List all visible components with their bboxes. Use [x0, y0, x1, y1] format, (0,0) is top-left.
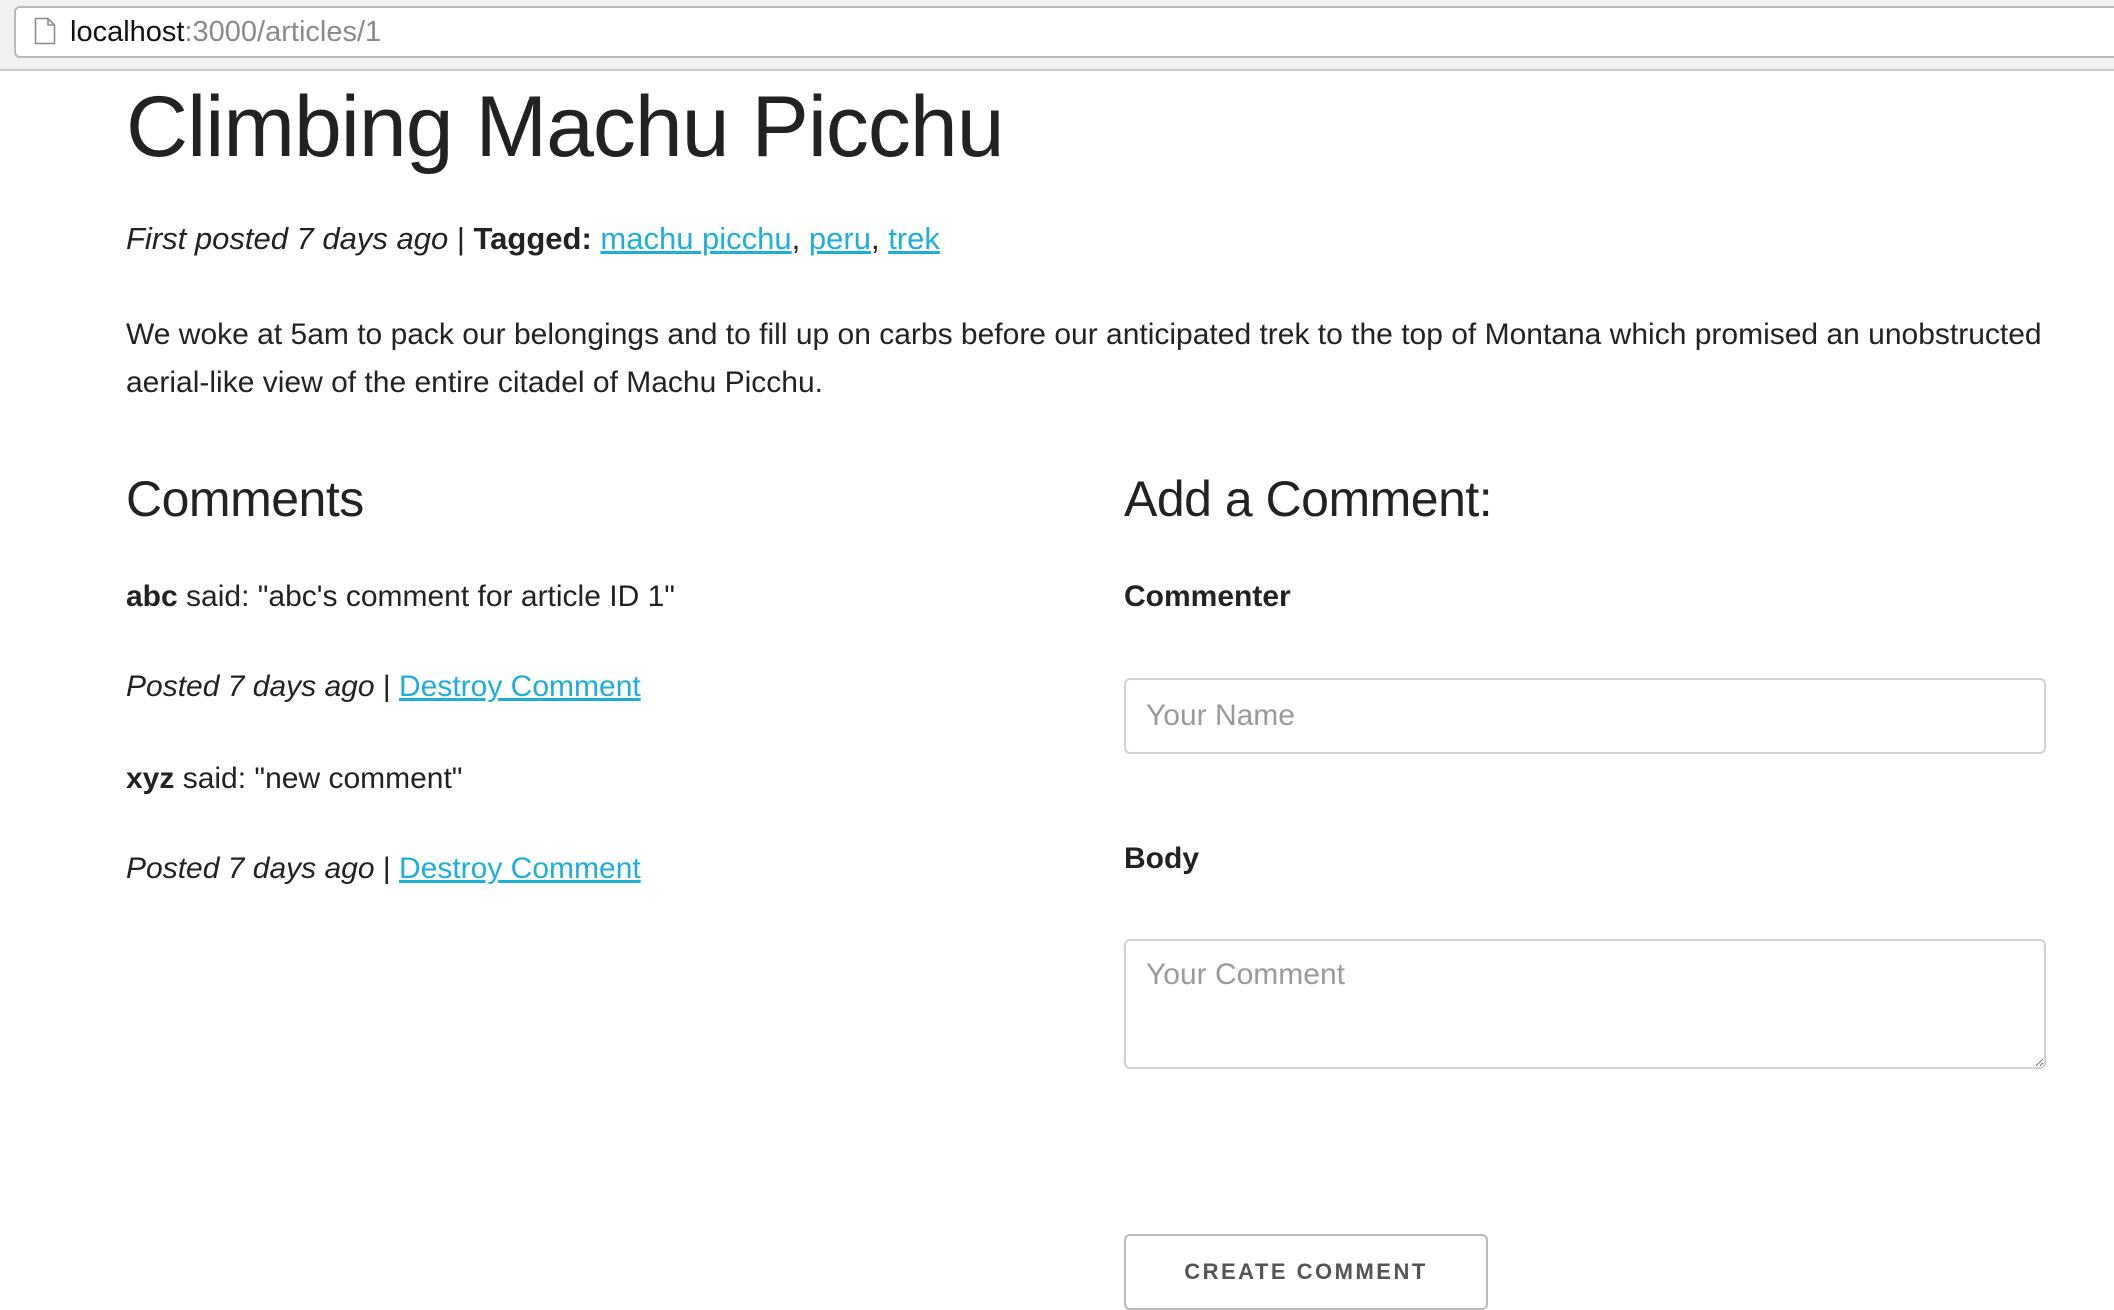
- comment-body: "abc's comment for article ID 1": [257, 580, 675, 613]
- article-meta: First posted 7 days ago | Tagged: machu …: [126, 219, 940, 259]
- destroy-comment-link[interactable]: Destroy Comment: [399, 670, 641, 703]
- address-bar[interactable]: localhost:3000/articles/1: [14, 6, 2114, 58]
- tagged-label: Tagged:: [473, 221, 592, 256]
- url-text[interactable]: localhost:3000/articles/1: [70, 16, 381, 48]
- commenter-label: Commenter: [1124, 580, 1291, 613]
- browser-toolbar: localhost:3000/articles/1: [0, 0, 2114, 71]
- body-label: Body: [1124, 842, 1199, 875]
- url-path: :3000/articles/1: [184, 16, 382, 48]
- comment-said-label: said:: [174, 762, 255, 795]
- tag-separator: ,: [791, 221, 809, 256]
- comment-meta-separator: |: [374, 852, 399, 885]
- comments-section: Comments abc said: "abc's comment for ar…: [126, 469, 1026, 885]
- comments-heading: Comments: [126, 471, 364, 527]
- commenter-input[interactable]: [1124, 678, 2046, 754]
- comment-meta: Posted 7 days ago | Destroy Comment: [126, 849, 641, 889]
- create-comment-button[interactable]: Create Comment: [1124, 1234, 1488, 1310]
- article-posted-date: First posted 7 days ago: [126, 221, 449, 256]
- comment-posted-date: Posted 7 days ago: [126, 670, 375, 703]
- meta-separator: |: [448, 221, 474, 256]
- comment-meta-separator: |: [374, 670, 399, 703]
- article-body: We woke at 5am to pack our belongings an…: [126, 318, 2042, 399]
- comment-item: abc said: "abc's comment for article ID …: [126, 577, 675, 617]
- comment-posted-date: Posted 7 days ago: [126, 852, 375, 885]
- comment-author: xyz: [126, 762, 175, 795]
- comment-body: "new comment": [254, 762, 463, 795]
- comment-body-textarea[interactable]: [1124, 939, 2046, 1069]
- article-title: Climbing Machu Picchu: [126, 79, 1005, 175]
- page-icon: [34, 17, 56, 45]
- tag-link-peru[interactable]: peru: [809, 221, 871, 256]
- comment-item: xyz said: "new comment": [126, 759, 462, 799]
- add-comment-form: Add a Comment: Commenter Body Create Com…: [1124, 469, 2048, 1310]
- tag-separator: ,: [870, 221, 889, 256]
- destroy-comment-link[interactable]: Destroy Comment: [399, 852, 641, 885]
- add-comment-heading: Add a Comment:: [1124, 471, 1493, 527]
- url-host: localhost: [70, 16, 185, 48]
- comment-said-label: said:: [177, 580, 258, 613]
- comment-author: abc: [126, 580, 178, 613]
- comment-meta: Posted 7 days ago | Destroy Comment: [126, 667, 641, 707]
- tag-link-machu-picchu[interactable]: machu picchu: [600, 221, 791, 256]
- tag-link-trek[interactable]: trek: [888, 221, 940, 256]
